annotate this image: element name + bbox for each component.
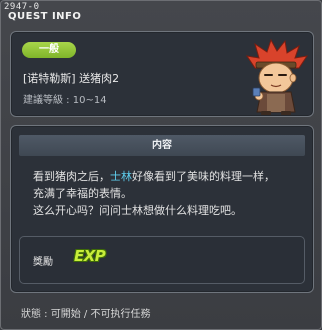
category-badge: 一般 xyxy=(22,42,76,58)
quest-content-panel: 内容 看到猪肉之后，士林好像看到了美味的料理一样， 充满了幸福的表情。 这么开心… xyxy=(10,125,314,293)
exp-icon[interactable]: EXP xyxy=(74,247,106,265)
quest-status: 狀態 : 可開始 / 不可执行任務 xyxy=(21,309,151,320)
level-requirement: 建議等級 : 10~14 xyxy=(23,95,107,106)
npc-portrait xyxy=(245,38,309,115)
description-text: 好像看到了美味的料理一样， xyxy=(132,170,275,183)
window-title: QUEST INFO xyxy=(8,11,82,22)
npc-name-highlight: 士林 xyxy=(110,170,132,183)
quest-description: 看到猪肉之后，士林好像看到了美味的料理一样， 充满了幸福的表情。 这么开心吗？问… xyxy=(33,168,305,219)
content-header: 内容 xyxy=(19,135,305,156)
description-text: 看到猪肉之后， xyxy=(33,170,110,183)
reward-box: 獎勵 EXP xyxy=(19,236,305,284)
description-text: 这么开心吗？问问士林想做什么料理吃吧。 xyxy=(33,204,242,217)
quest-info-panel: 一般 [诺特勒斯] 送猪肉2 建議等級 : 10~14 xyxy=(10,31,314,117)
quest-info-window: 2947-0 QUEST INFO 一般 [诺特勒斯] 送猪肉2 建議等級 : … xyxy=(0,0,322,330)
reward-label: 獎勵 xyxy=(33,257,53,268)
quest-name: [诺特勒斯] 送猪肉2 xyxy=(23,72,120,85)
description-text: 充满了幸福的表情。 xyxy=(33,187,132,200)
